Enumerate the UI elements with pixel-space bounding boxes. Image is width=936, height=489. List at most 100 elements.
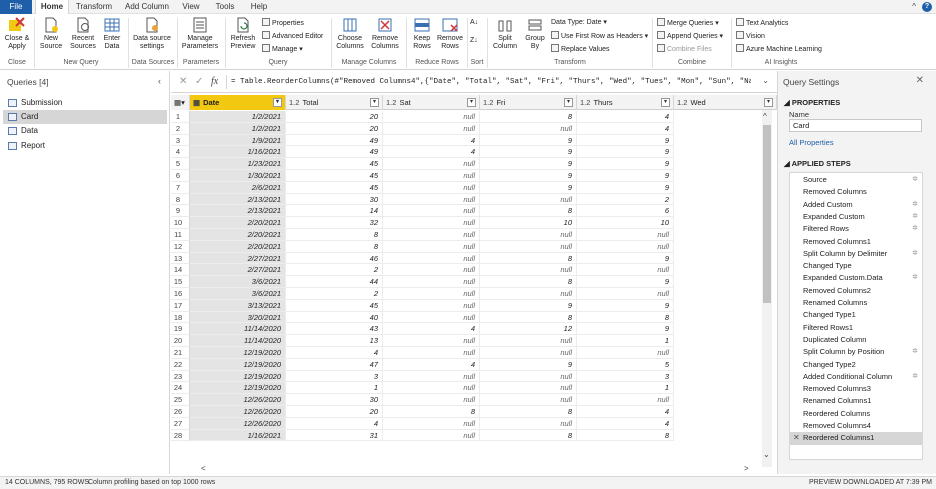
table-cell[interactable]: 9 bbox=[480, 181, 577, 194]
table-cell[interactable]: null bbox=[383, 122, 480, 135]
table-cell[interactable]: 12/19/2020 bbox=[190, 346, 286, 359]
table-cell[interactable]: 1/30/2021 bbox=[190, 169, 286, 182]
table-cell[interactable]: 3 bbox=[286, 370, 383, 383]
expand-formula-icon[interactable]: ⌄ bbox=[762, 76, 769, 85]
text-analytics-button[interactable]: Text Analytics bbox=[736, 18, 788, 28]
table-cell[interactable]: 31 bbox=[286, 429, 383, 442]
filter-dropdown-icon[interactable]: ▾ bbox=[467, 98, 476, 107]
table-cell[interactable]: 47 bbox=[286, 358, 383, 371]
applied-steps-header[interactable]: ◢ APPLIED STEPS bbox=[784, 159, 851, 168]
step-settings-icon[interactable]: ✲ bbox=[912, 346, 918, 358]
table-cell[interactable]: 2/20/2021 bbox=[190, 228, 286, 241]
enter-data-button[interactable]: Enter Data bbox=[100, 17, 124, 51]
filter-dropdown-icon[interactable]: ▾ bbox=[661, 98, 670, 107]
first-row-headers-button[interactable]: Use First Row as Headers ▾ bbox=[551, 31, 648, 41]
tab-view[interactable]: View bbox=[178, 0, 204, 14]
table-cell[interactable]: 2/27/2021 bbox=[190, 264, 286, 277]
keep-rows-button[interactable]: Keep Rows bbox=[408, 17, 436, 51]
applied-step[interactable]: Removed Columns3 bbox=[790, 383, 922, 395]
table-cell[interactable]: null bbox=[480, 193, 577, 206]
row-number[interactable]: 17 bbox=[171, 299, 190, 312]
table-cell[interactable]: 4 bbox=[383, 323, 480, 336]
applied-step[interactable]: Added Custom ✲ bbox=[790, 199, 922, 211]
row-number[interactable]: 16 bbox=[171, 287, 190, 300]
table-cell[interactable]: 4 bbox=[577, 111, 674, 123]
table-cell[interactable]: 2/20/2021 bbox=[190, 217, 286, 229]
table-cell[interactable]: 6 bbox=[577, 205, 674, 218]
applied-step[interactable]: Renamed Columns1 bbox=[790, 395, 922, 407]
table-cell[interactable]: 9 bbox=[480, 134, 577, 147]
manage-button[interactable]: Manage ▾ bbox=[262, 44, 303, 54]
table-row[interactable]: 15 3/6/2021 44 null 8 9 bbox=[171, 276, 777, 288]
step-settings-icon[interactable]: ✲ bbox=[912, 248, 918, 260]
applied-step[interactable]: Reordered Columns bbox=[790, 408, 922, 420]
row-number[interactable]: 3 bbox=[171, 134, 190, 147]
data-source-settings-button[interactable]: Data source settings bbox=[131, 17, 173, 51]
properties-button[interactable]: Properties bbox=[262, 18, 304, 28]
table-row[interactable]: 28 1/16/2021 31 null 8 8 bbox=[171, 429, 777, 442]
step-settings-icon[interactable]: ✲ bbox=[912, 371, 918, 383]
table-cell[interactable]: 1 bbox=[286, 382, 383, 395]
table-cell[interactable]: 11/14/2020 bbox=[190, 323, 286, 336]
formula-input[interactable]: = Table.ReorderColumns(#"Removed Columns… bbox=[226, 75, 751, 89]
applied-step[interactable]: Duplicated Column bbox=[790, 334, 922, 346]
table-row[interactable]: 16 3/6/2021 2 null null null bbox=[171, 287, 777, 300]
table-cell[interactable]: null bbox=[383, 382, 480, 395]
row-number[interactable]: 28 bbox=[171, 429, 190, 442]
vertical-scrollbar[interactable]: ^ ⌄ bbox=[762, 110, 772, 467]
confirm-formula-icon[interactable]: ✓ bbox=[195, 76, 203, 87]
table-cell[interactable]: 9 bbox=[480, 146, 577, 159]
table-cell[interactable]: null bbox=[383, 264, 480, 277]
query-item-card[interactable]: Card bbox=[3, 110, 167, 124]
table-row[interactable]: 25 12/26/2020 30 null null null bbox=[171, 394, 777, 406]
table-row[interactable]: 24 12/19/2020 1 null null 1 bbox=[171, 382, 777, 395]
applied-step[interactable]: Removed Columns bbox=[790, 186, 922, 198]
merge-queries-button[interactable]: Merge Queries ▾ bbox=[657, 18, 719, 28]
table-cell[interactable]: 9 bbox=[577, 134, 674, 147]
scroll-down-icon[interactable]: ⌄ bbox=[763, 450, 770, 459]
tab-add-column[interactable]: Add Column bbox=[122, 0, 172, 14]
table-cell[interactable]: null bbox=[383, 299, 480, 312]
table-cell[interactable]: null bbox=[480, 394, 577, 406]
table-row[interactable]: 18 3/20/2021 40 null 8 8 bbox=[171, 311, 777, 324]
row-number[interactable]: 14 bbox=[171, 264, 190, 277]
row-number[interactable]: 19 bbox=[171, 323, 190, 336]
table-cell[interactable]: 8 bbox=[480, 311, 577, 324]
table-cell[interactable]: null bbox=[577, 287, 674, 300]
table-cell[interactable]: 12/19/2020 bbox=[190, 358, 286, 371]
table-cell[interactable]: 2/6/2021 bbox=[190, 181, 286, 194]
refresh-preview-button[interactable]: Refresh Preview bbox=[226, 17, 260, 51]
table-cell[interactable]: null bbox=[480, 228, 577, 241]
row-number[interactable]: 18 bbox=[171, 311, 190, 324]
status-profiling[interactable]: Column profiling based on top 1000 rows bbox=[88, 477, 215, 489]
table-row[interactable]: 3 1/9/2021 49 4 9 9 bbox=[171, 134, 777, 147]
table-cell[interactable]: null bbox=[577, 228, 674, 241]
table-cell[interactable]: null bbox=[383, 335, 480, 347]
tab-transform[interactable]: Transform bbox=[72, 0, 116, 14]
table-cell[interactable]: 2 bbox=[286, 264, 383, 277]
table-cell[interactable]: 4 bbox=[577, 405, 674, 418]
table-cell[interactable]: 8 bbox=[480, 111, 577, 123]
split-column-button[interactable]: Split Column bbox=[490, 17, 520, 51]
table-cell[interactable]: 20 bbox=[286, 111, 383, 123]
table-cell[interactable]: 3/6/2021 bbox=[190, 287, 286, 300]
row-number[interactable]: 12 bbox=[171, 240, 190, 253]
query-name-input[interactable]: Card bbox=[789, 119, 922, 132]
table-cell[interactable]: 14 bbox=[286, 205, 383, 218]
table-cell[interactable]: null bbox=[480, 417, 577, 430]
table-cell[interactable]: null bbox=[480, 346, 577, 359]
table-cell[interactable]: null bbox=[480, 382, 577, 395]
table-cell[interactable]: 2/27/2021 bbox=[190, 252, 286, 265]
recent-sources-button[interactable]: Recent Sources bbox=[66, 17, 100, 51]
table-cell[interactable]: 45 bbox=[286, 181, 383, 194]
properties-header[interactable]: ◢ PROPERTIES bbox=[784, 98, 840, 107]
table-cell[interactable]: 12/19/2020 bbox=[190, 382, 286, 395]
table-cell[interactable]: 8 bbox=[480, 205, 577, 218]
table-cell[interactable]: 45 bbox=[286, 158, 383, 170]
advanced-editor-button[interactable]: Advanced Editor bbox=[262, 31, 323, 41]
table-row[interactable]: 20 11/14/2020 13 null null 1 bbox=[171, 335, 777, 347]
table-row[interactable]: 10 2/20/2021 32 null 10 10 bbox=[171, 217, 777, 229]
row-number[interactable]: 11 bbox=[171, 228, 190, 241]
row-number[interactable]: 9 bbox=[171, 205, 190, 218]
table-cell[interactable]: null bbox=[480, 287, 577, 300]
